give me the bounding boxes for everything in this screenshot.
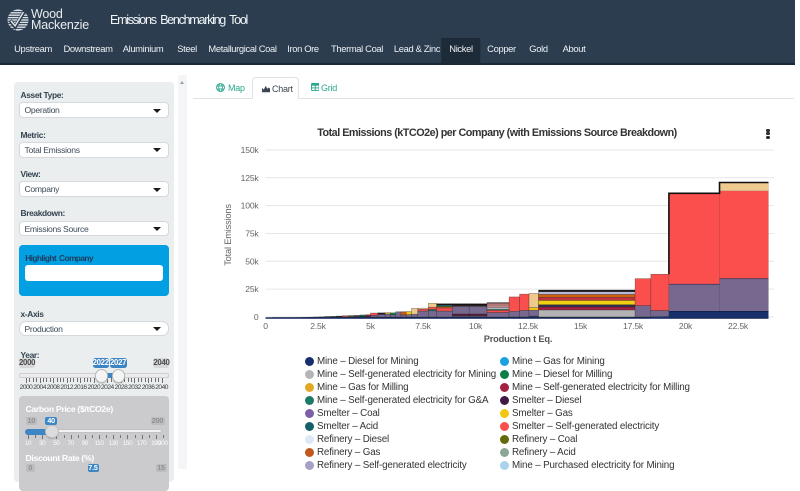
svg-text:15k: 15k [574, 321, 588, 331]
svg-text:0: 0 [254, 312, 259, 322]
svg-text:50k: 50k [245, 256, 259, 266]
svg-text:125k: 125k [241, 173, 260, 183]
svg-text:10k: 10k [469, 321, 483, 331]
svg-text:7.5k: 7.5k [415, 321, 431, 331]
svg-text:17.5k: 17.5k [623, 321, 644, 331]
svg-text:0: 0 [263, 321, 268, 331]
svg-text:2.5k: 2.5k [310, 321, 326, 331]
svg-text:12.5k: 12.5k [518, 321, 539, 331]
svg-text:20k: 20k [679, 321, 693, 331]
svg-text:75k: 75k [245, 228, 259, 238]
svg-text:150k: 150k [241, 145, 260, 155]
svg-text:22.5k: 22.5k [728, 321, 749, 331]
svg-text:100k: 100k [241, 201, 260, 211]
svg-text:5k: 5k [366, 321, 376, 331]
svg-text:25k: 25k [245, 284, 259, 294]
